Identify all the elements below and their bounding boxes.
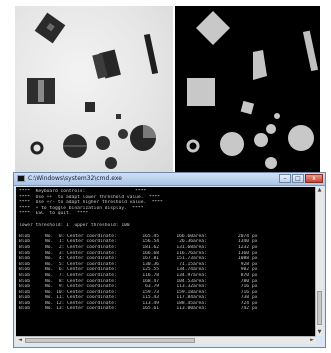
area-value: 742 <box>240 306 249 312</box>
blob-shape <box>116 114 121 119</box>
screenshot-root: C:\Windows\system32\cmd.exe – □ x **** K… <box>0 0 331 353</box>
binary-image <box>186 11 319 169</box>
close-button[interactable]: x <box>305 174 323 183</box>
horizontal-scrollbar[interactable]: ◄ ► <box>16 336 316 344</box>
blob-shape <box>220 132 244 156</box>
blob-shape <box>187 78 215 106</box>
coord-y: 113.00 <box>176 306 193 312</box>
blob-shape <box>274 113 280 119</box>
blob-shape <box>105 157 117 169</box>
coordinate-label: Center coordinate: <box>67 306 117 312</box>
window-controls: – □ x <box>279 174 323 184</box>
blob-shape <box>118 129 128 139</box>
blob-shape <box>143 33 159 75</box>
console-app-icon <box>17 175 25 182</box>
blob-shape <box>92 49 121 79</box>
blob-shape <box>38 80 44 102</box>
blob-shape <box>85 102 95 112</box>
blob-shape <box>288 125 314 151</box>
scroll-down-icon[interactable]: ▼ <box>316 329 323 336</box>
binary-image-panel <box>175 6 320 172</box>
camera-image <box>27 12 159 169</box>
unit-label: px <box>252 306 258 312</box>
blob-shape <box>34 12 66 44</box>
blob-shape <box>240 100 255 115</box>
scroll-left-icon[interactable]: ◄ <box>16 337 24 344</box>
blob-shape <box>186 139 200 153</box>
blob-label: Blob <box>19 306 31 312</box>
minimize-button[interactable]: – <box>279 174 291 183</box>
console-title: C:\Windows\system32\cmd.exe <box>28 175 122 182</box>
maximize-button[interactable]: □ <box>292 174 304 183</box>
horizontal-scroll-thumb[interactable] <box>25 338 195 343</box>
blob-shape <box>254 133 268 147</box>
blob-shape <box>265 157 277 169</box>
blob-table: Blob No. 0: Center coordinate: 165.45 166.60… <box>19 234 314 312</box>
console-window: C:\Windows\system32\cmd.exe – □ x **** K… <box>13 172 326 348</box>
table-row: Blob No. 13: Center coordinate: 165.61 113.0… <box>19 306 314 312</box>
vertical-scroll-thumb[interactable] <box>317 291 322 325</box>
blob-shape <box>196 11 230 45</box>
vertical-scrollbar[interactable]: ▲ ▼ <box>315 187 323 336</box>
scroll-up-icon[interactable]: ▲ <box>316 187 323 194</box>
blob-number: No. 13: <box>45 306 65 312</box>
scroll-right-icon[interactable]: ► <box>308 337 316 344</box>
console-output[interactable]: **** Keyboard controls: **** **** Use ++… <box>16 187 316 336</box>
blob-shape <box>253 50 267 80</box>
area-label: area: <box>193 306 207 312</box>
console-titlebar[interactable]: C:\Windows\system32\cmd.exe – □ x <box>14 173 325 186</box>
blob-shape <box>266 124 276 134</box>
camera-image-panel <box>15 6 173 172</box>
blob-shape <box>30 141 44 155</box>
coord-x: 165.61 <box>142 306 159 312</box>
blob-shape <box>96 136 110 150</box>
blob-shape <box>302 30 319 72</box>
